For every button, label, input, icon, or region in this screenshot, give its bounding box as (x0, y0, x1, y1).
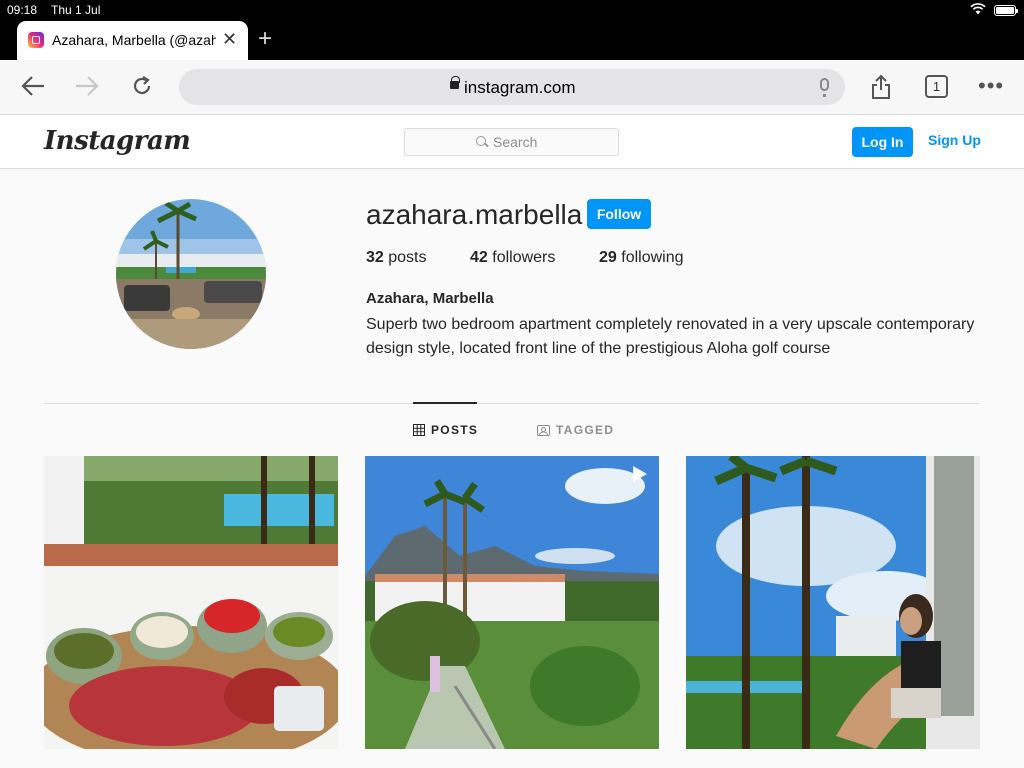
back-icon[interactable] (20, 75, 46, 102)
tab-count-button[interactable]: 1 (925, 75, 948, 98)
battery-icon (994, 5, 1018, 16)
signup-link[interactable]: Sign Up (928, 132, 981, 148)
instagram-favicon-icon (28, 32, 44, 48)
grid-icon (413, 424, 425, 439)
profile-avatar[interactable] (116, 199, 266, 349)
new-tab-icon[interactable]: + (258, 25, 272, 53)
tab-posts-label: POSTS (431, 423, 479, 437)
followers-label: followers (492, 249, 556, 266)
profile-bio: Superb two bedroom apartment completely … (366, 316, 975, 357)
status-bar: 09:18 Thu 1 Jul (0, 0, 1024, 20)
stat-following[interactable]: 29 following (599, 249, 684, 267)
lock-icon (450, 76, 460, 89)
posts-label: posts (388, 249, 427, 266)
post-thumbnail[interactable] (365, 456, 659, 749)
more-menu-icon[interactable]: ••• (978, 75, 1004, 97)
tab-title: Azahara, Marbella (@azahara.marbella) (52, 32, 216, 48)
login-button[interactable]: Log In (852, 127, 913, 157)
tab-posts[interactable]: POSTS (413, 423, 478, 439)
search-icon (476, 136, 486, 146)
url-text: instagram.com (464, 78, 576, 97)
microphone-icon[interactable] (820, 78, 829, 97)
status-time: 09:18 (7, 3, 38, 17)
wifi-icon (970, 3, 986, 18)
forward-icon[interactable] (74, 75, 100, 102)
following-label: following (621, 249, 684, 266)
close-tab-icon[interactable]: ✕ (222, 29, 237, 50)
status-date: Thu 1 Jul (51, 3, 101, 17)
instagram-logo[interactable]: Instagram (44, 126, 191, 156)
follow-button[interactable]: Follow (587, 199, 651, 229)
browser-tab-bar: Azahara, Marbella (@azahara.marbella) ✕ … (0, 20, 1024, 60)
profile-full-name: Azahara, Marbella (366, 290, 494, 307)
post-thumbnail[interactable] (686, 456, 980, 749)
share-icon[interactable] (870, 74, 892, 105)
instagram-header: Instagram Search Log In Sign Up (0, 116, 1024, 169)
tab-tagged-label: TAGGED (556, 423, 615, 437)
search-input[interactable]: Search (404, 128, 619, 156)
search-placeholder: Search (493, 134, 538, 150)
following-count: 29 (599, 249, 617, 266)
profile-divider (44, 403, 979, 404)
tab-tagged[interactable]: TAGGED (537, 423, 614, 439)
browser-tab[interactable]: Azahara, Marbella (@azahara.marbella) ✕ (17, 21, 248, 60)
tagged-person-icon (537, 424, 550, 439)
stat-posts: 32 posts (366, 249, 427, 267)
profile-username: azahara.marbella (366, 199, 583, 230)
address-bar[interactable]: instagram.com (179, 69, 845, 105)
reload-icon[interactable] (131, 75, 153, 102)
stat-followers[interactable]: 42 followers (470, 249, 555, 267)
post-thumbnail[interactable] (44, 456, 338, 749)
active-tab-indicator (413, 402, 477, 404)
followers-count: 42 (470, 249, 488, 266)
posts-count: 32 (366, 249, 384, 266)
